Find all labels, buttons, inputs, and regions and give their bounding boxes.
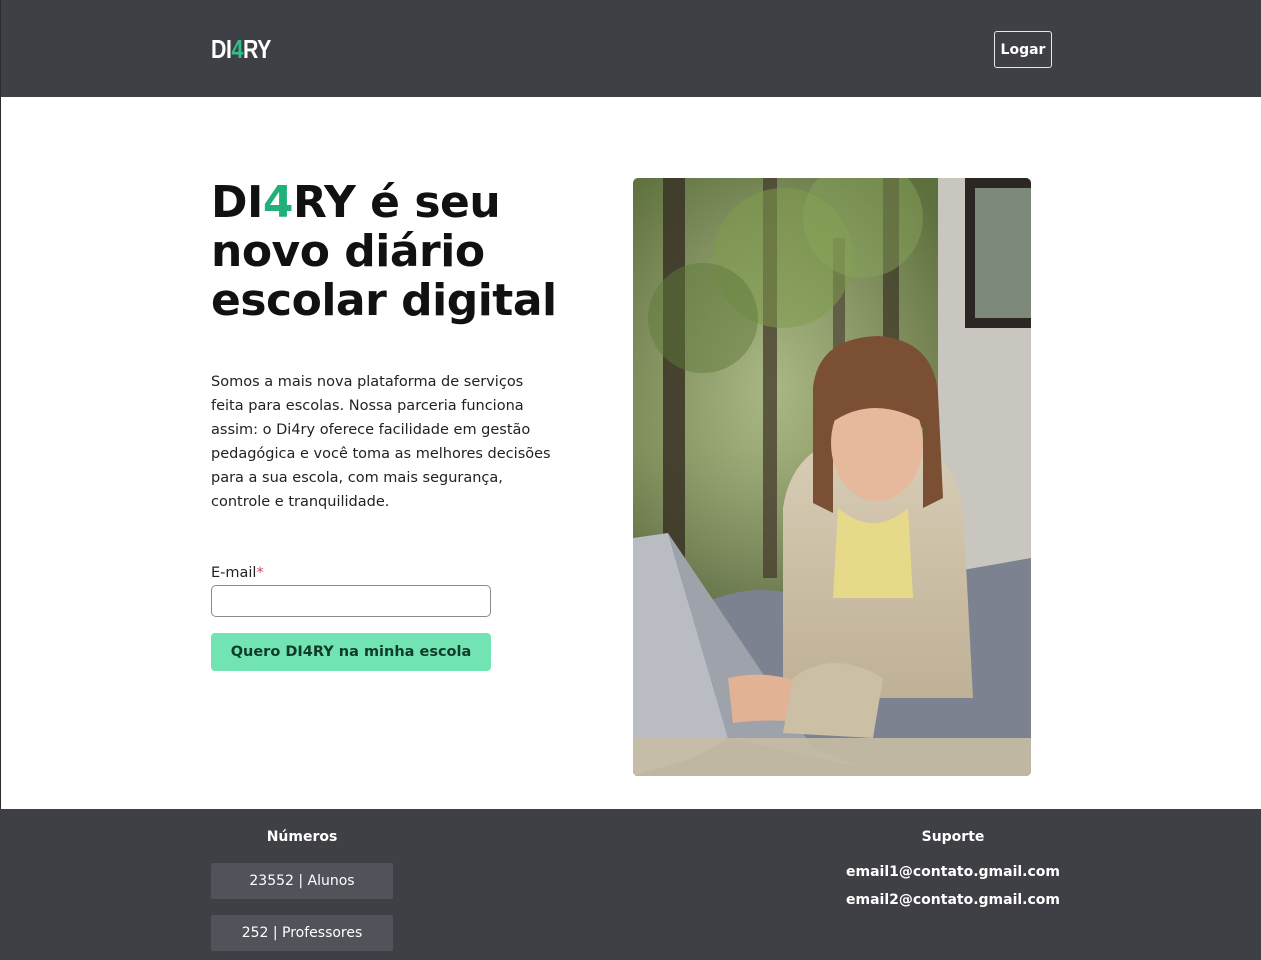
stat-card-students: 23552 | Alunos (211, 863, 393, 899)
logo-text-suffix: RY (242, 34, 271, 64)
headline-brand-prefix: DI (211, 177, 263, 228)
support-heading: Suporte (921, 829, 985, 845)
login-button[interactable]: Logar (994, 31, 1052, 68)
headline-line-1: RY é seu (293, 177, 501, 228)
signup-school-button[interactable]: Quero DI4RY na minha escola (211, 633, 491, 671)
email-field-label: E-mail* (211, 563, 264, 583)
logo-text-prefix: DI (211, 34, 232, 64)
stat-card-teachers: 252 | Professores (211, 915, 393, 951)
headline-line-2: novo diário (211, 226, 485, 277)
numbers-heading: Números (266, 829, 338, 845)
hero-description: Somos a mais nova plataforma de serviços… (211, 374, 551, 510)
headline-line-3: escolar digital (211, 275, 557, 326)
email-field[interactable] (211, 585, 491, 617)
brand-logo[interactable]: DI4RY (211, 34, 271, 64)
support-email-link[interactable]: email1@contato.gmail.com (843, 864, 1063, 880)
footer: Números 23552 | Alunos 252 | Professores… (0, 809, 1261, 960)
top-navbar: DI4RY Logar (0, 0, 1261, 97)
email-label-text: E-mail (211, 565, 257, 581)
required-asterisk: * (256, 565, 264, 581)
hero-photo-woman-laptop (633, 178, 1031, 776)
support-email-link[interactable]: email2@contato.gmail.com (843, 892, 1063, 908)
hero-headline: DI4RY é seu novo diário escolar digital (211, 178, 591, 325)
logo-text-accent: 4 (231, 34, 244, 64)
headline-brand-accent: 4 (262, 177, 294, 228)
